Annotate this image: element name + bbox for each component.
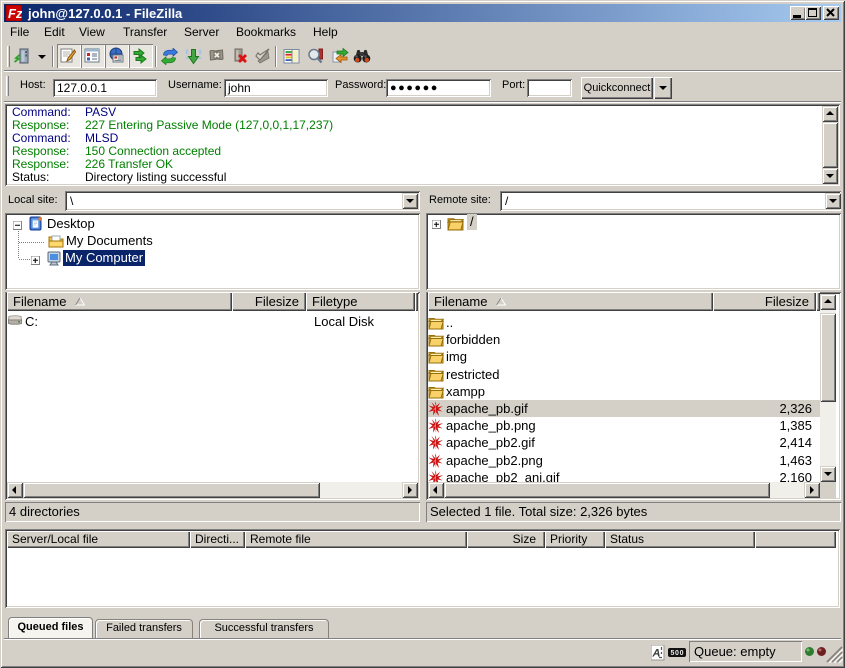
svg-text:Fz: Fz [8, 6, 22, 21]
svg-text:500: 500 [671, 650, 684, 657]
